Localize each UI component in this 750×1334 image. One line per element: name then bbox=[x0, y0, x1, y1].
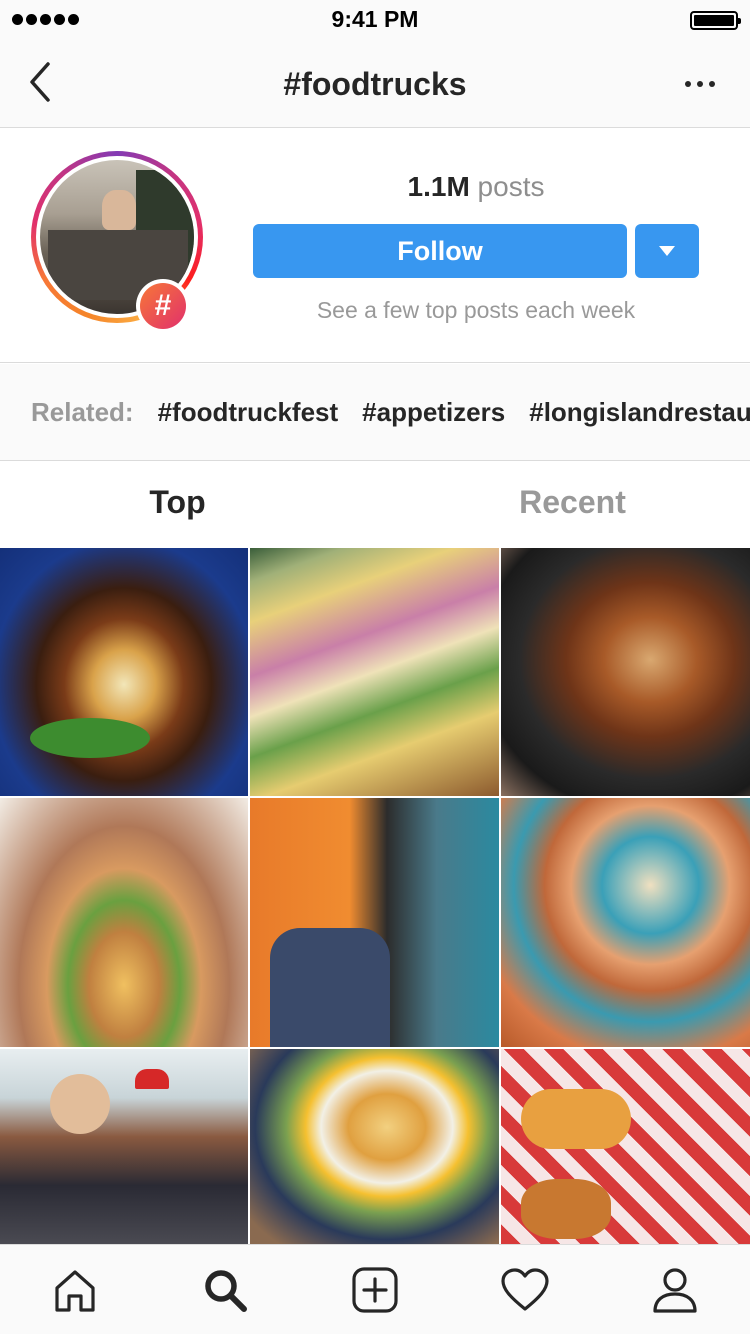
grid-photo-person-eating-burger[interactable] bbox=[0, 798, 248, 1047]
hashtag-header: # 1.1M posts Follow See a few top posts … bbox=[0, 129, 750, 363]
post-count-number: 1.1M bbox=[407, 171, 470, 202]
more-options-button[interactable] bbox=[680, 76, 720, 92]
grid-photo-tacos-plates[interactable] bbox=[501, 798, 750, 1047]
post-count: 1.1M posts bbox=[253, 171, 699, 203]
hashtag-symbol: # bbox=[140, 283, 186, 329]
related-tag-appetizers[interactable]: #appetizers bbox=[362, 397, 505, 428]
related-tag-longislandrestaurants[interactable]: #longislandrestaurants bbox=[529, 397, 750, 428]
battery-icon bbox=[690, 11, 741, 30]
tab-bar-profile[interactable] bbox=[600, 1245, 750, 1334]
grid-photo-burger[interactable] bbox=[0, 548, 248, 796]
status-time: 9:41 PM bbox=[331, 6, 419, 32]
grid-photo-egg-burger[interactable] bbox=[250, 1049, 499, 1244]
navigation-bar: #foodtrucks bbox=[0, 40, 750, 128]
tab-recent[interactable]: Recent bbox=[385, 484, 750, 521]
tab-bar-home[interactable] bbox=[0, 1245, 150, 1334]
home-icon bbox=[55, 1269, 95, 1312]
tab-bar-new-post[interactable] bbox=[300, 1245, 450, 1334]
new-post-icon bbox=[352, 1266, 398, 1313]
grid-photo-food-truck-couple[interactable] bbox=[250, 798, 499, 1047]
profile-icon bbox=[653, 1267, 697, 1313]
caret-down-icon bbox=[659, 246, 675, 256]
follow-caption: See a few top posts each week bbox=[316, 297, 636, 323]
related-hashtags[interactable]: Related: #foodtruckfest #appetizers #lon… bbox=[0, 364, 750, 461]
grid-photo-tacos[interactable] bbox=[250, 548, 499, 796]
follow-button[interactable]: Follow bbox=[253, 224, 627, 278]
grid-photo-friends-eating[interactable] bbox=[0, 1049, 248, 1244]
tab-top[interactable]: Top bbox=[0, 484, 365, 521]
activity-heart-icon bbox=[501, 1267, 549, 1311]
chevron-left-icon bbox=[30, 62, 50, 102]
feed-tabs: Top Recent bbox=[0, 462, 750, 548]
tab-bar-activity[interactable] bbox=[450, 1245, 600, 1334]
photo-grid bbox=[0, 548, 750, 1244]
page-title: #foodtrucks bbox=[283, 66, 467, 102]
search-icon bbox=[205, 1269, 247, 1312]
hashtag-badge-icon: # bbox=[136, 279, 190, 333]
back-button[interactable] bbox=[22, 60, 62, 104]
post-count-label: posts bbox=[477, 171, 545, 202]
grid-photo-hotdogs-onion-rings[interactable] bbox=[501, 1049, 750, 1244]
status-bar: 9:41 PM bbox=[0, 0, 750, 40]
more-horizontal-icon bbox=[685, 81, 691, 87]
tab-bar-search[interactable] bbox=[150, 1245, 300, 1334]
bottom-tab-bar bbox=[0, 1244, 750, 1334]
grid-photo-chicken-sandwich[interactable] bbox=[501, 548, 750, 796]
related-tag-foodtruckfest[interactable]: #foodtruckfest bbox=[158, 397, 339, 428]
follow-options-button[interactable] bbox=[635, 224, 699, 278]
related-label: Related: bbox=[31, 397, 134, 427]
